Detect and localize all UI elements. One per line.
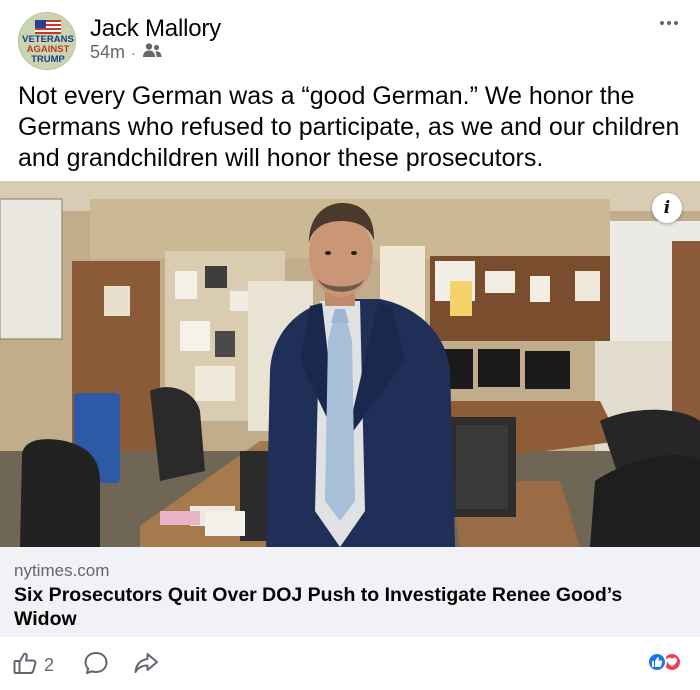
avatar[interactable]: VETERANS AGAINST TRUMP (18, 12, 76, 70)
meta-separator: · (131, 44, 136, 61)
share-button[interactable] (133, 650, 159, 681)
like-reaction-icon (647, 652, 667, 672)
facebook-post: VETERANS AGAINST TRUMP Jack Mallory 54m … (0, 0, 700, 690)
friends-icon[interactable] (142, 42, 162, 63)
link-domain: nytimes.com (14, 561, 110, 580)
post-meta: 54m · (90, 42, 162, 63)
author-name[interactable]: Jack Mallory (90, 15, 221, 43)
article-photo[interactable] (0, 181, 700, 547)
comment-button[interactable] (83, 650, 109, 681)
link-title[interactable]: Six Prosecutors Quit Over DOJ Push to In… (14, 583, 674, 631)
info-icon[interactable]: i (652, 193, 682, 223)
share-icon (133, 650, 159, 681)
link-preview[interactable]: nytimes.com Six Prosecutors Quit Over DO… (0, 547, 700, 637)
like-count: 2 (44, 655, 55, 675)
reaction-summary[interactable] (647, 652, 682, 672)
action-bar: 2 (0, 638, 700, 688)
avatar-text-3: TRUMP (31, 54, 65, 65)
thumbs-up-outline-icon (12, 650, 38, 681)
comment-icon (83, 650, 109, 681)
like-button[interactable]: 2 (12, 650, 54, 681)
more-horizontal-icon[interactable] (658, 12, 680, 34)
post-text: Not every German was a “good German.” We… (18, 82, 680, 172)
post-time[interactable]: 54m (90, 42, 125, 63)
